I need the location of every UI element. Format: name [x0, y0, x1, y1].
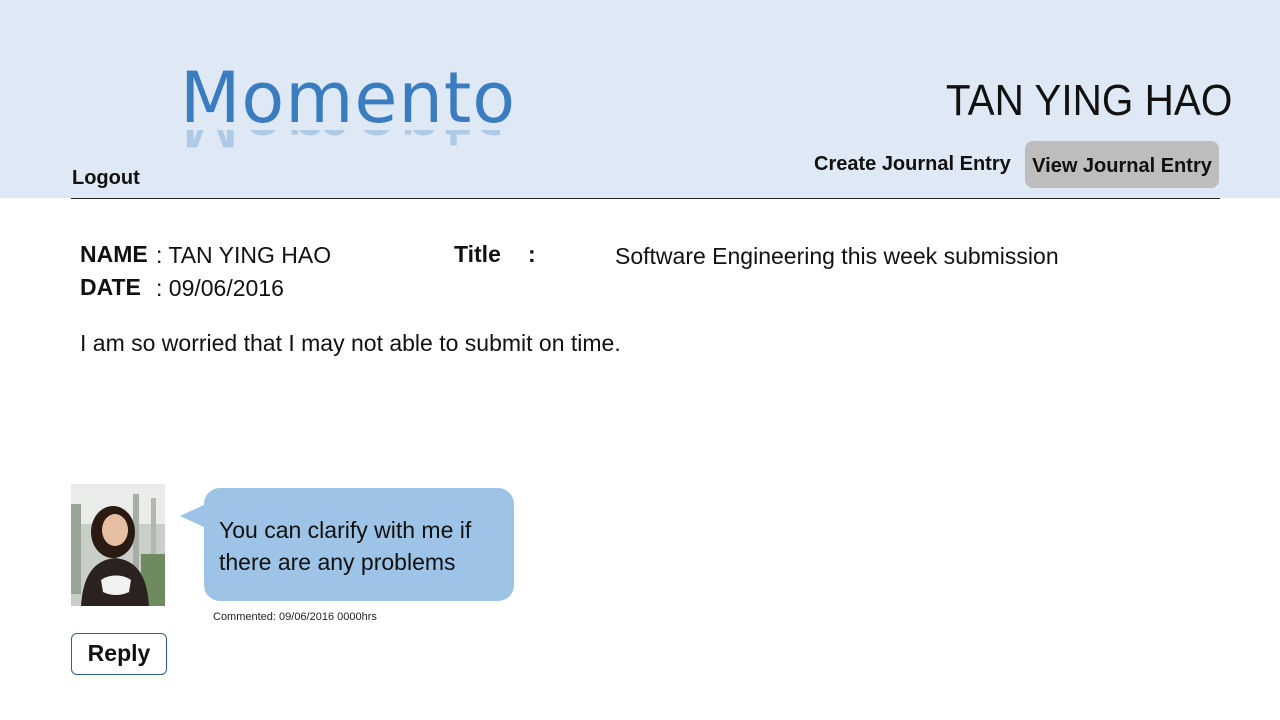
view-journal-entry-tab[interactable]: View Journal Entry: [1025, 141, 1219, 188]
title-label: Title: [454, 241, 501, 267]
logo-reflection-text: Momento: [180, 130, 500, 161]
reply-button[interactable]: Reply: [71, 633, 167, 675]
name-label: NAME: [80, 241, 148, 267]
comment-timestamp: Commented: 09/06/2016 0000hrs: [213, 611, 377, 623]
title-colon: :: [528, 241, 536, 267]
comment-text: You can clarify with me if there are any…: [219, 517, 472, 575]
avatar-photo-icon: [71, 484, 165, 606]
date-value: : 09/06/2016: [156, 275, 284, 301]
commenter-avatar: [71, 484, 165, 606]
logo-text: Momento: [180, 57, 517, 139]
speech-bubble-tail: [180, 504, 206, 528]
title-value: Software Engineering this week submissio…: [615, 243, 1059, 269]
logo-reflection: Momento: [180, 130, 500, 162]
journal-body: I am so worried that I may not able to s…: [80, 330, 621, 356]
create-journal-entry-link[interactable]: Create Journal Entry: [814, 153, 1011, 176]
user-name: TAN YING HAO: [945, 76, 1232, 125]
date-label: DATE: [80, 274, 141, 300]
logout-link[interactable]: Logout: [72, 167, 140, 190]
name-value: : TAN YING HAO: [156, 242, 332, 268]
header-divider: [71, 198, 1220, 199]
